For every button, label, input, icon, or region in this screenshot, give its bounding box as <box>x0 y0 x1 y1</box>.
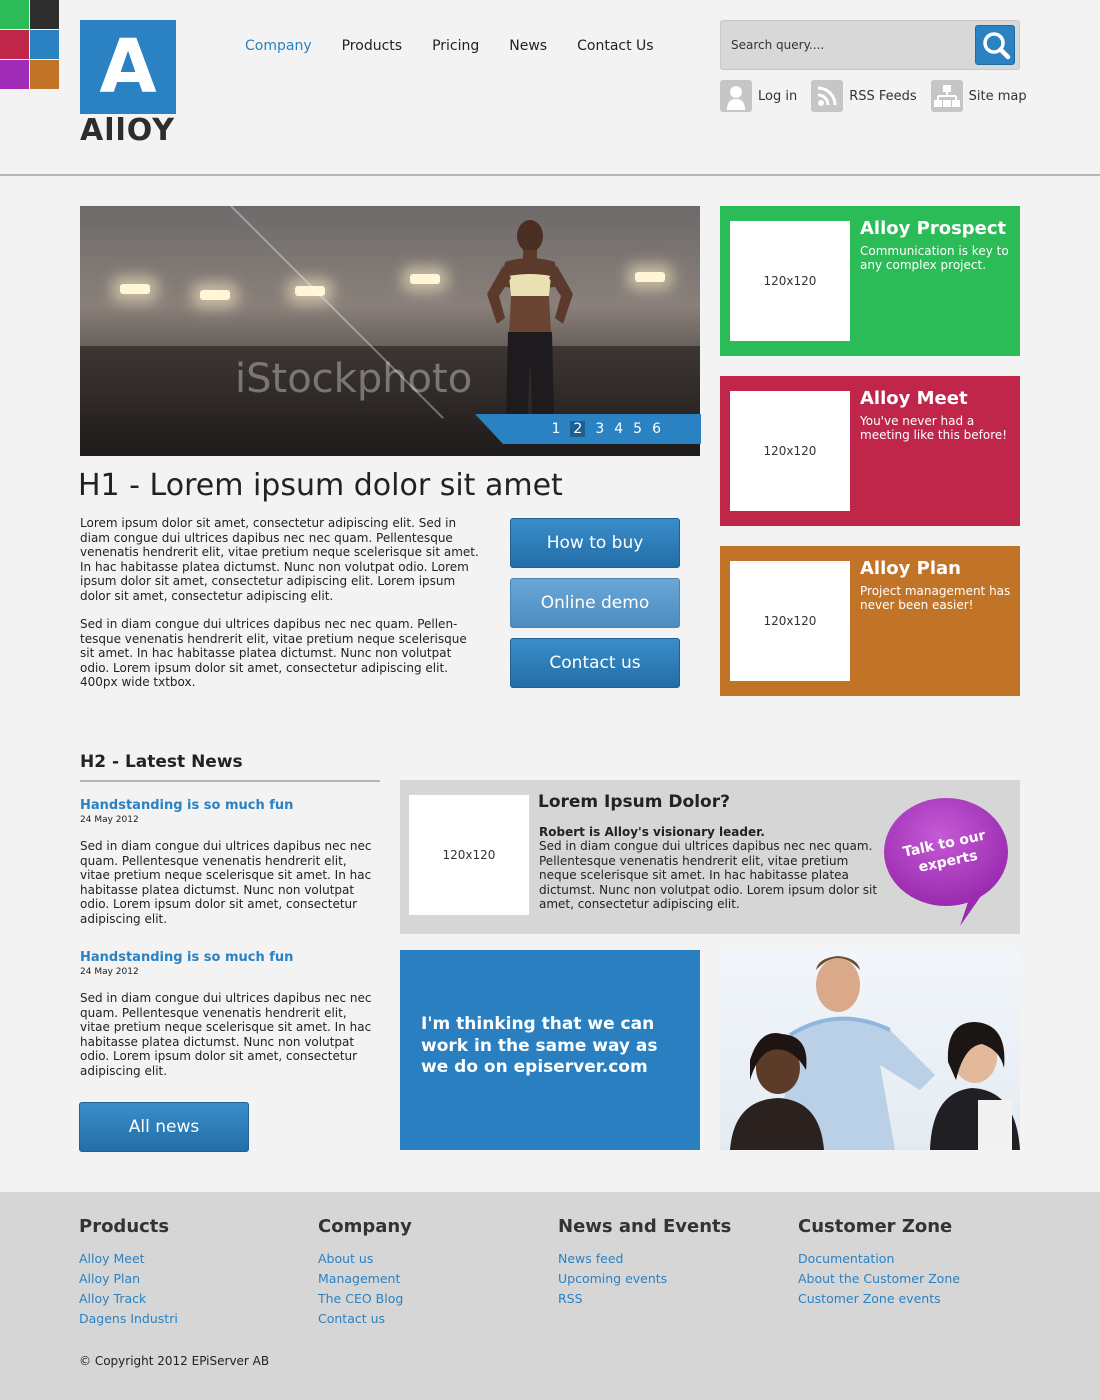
sitemap-link[interactable]: Site map <box>930 80 1027 112</box>
tile-title: Alloy Prospect <box>860 218 1007 239</box>
footer-link[interactable]: The CEO Blog <box>318 1289 412 1309</box>
footer-link[interactable]: Documentation <box>798 1249 960 1269</box>
footer-link[interactable]: Alloy Meet <box>79 1249 178 1269</box>
nav-item-news[interactable]: News <box>509 38 547 54</box>
rss-icon <box>811 80 844 112</box>
talk-to-experts-bubble[interactable]: Talk to our experts <box>884 796 1010 926</box>
footer-heading: Customer Zone <box>798 1216 953 1237</box>
people-illustration <box>730 956 1020 1150</box>
sitemap-label: Site map <box>968 88 1027 104</box>
pager-item-1[interactable]: 1 <box>551 421 560 437</box>
footer-link[interactable]: About the Customer Zone <box>798 1269 960 1289</box>
pager-item-2-current[interactable]: 2 <box>570 421 586 437</box>
tile-alloy-prospect[interactable]: 120x120 Alloy Prospect Communication is … <box>720 206 1020 356</box>
footer-column-customer-zone: Customer Zone Documentation About the Cu… <box>798 1216 960 1309</box>
search-button[interactable] <box>975 25 1015 65</box>
tile-text: Project management has never been easier… <box>860 584 1011 612</box>
footer-link[interactable]: Management <box>318 1269 412 1289</box>
how-to-buy-button[interactable]: How to buy <box>510 518 680 568</box>
footer-column-company: Company About us Management The CEO Blog… <box>318 1216 412 1329</box>
tile-text: You've never had a meeting like this bef… <box>860 414 1008 442</box>
login-link[interactable]: Log in <box>720 80 797 112</box>
main-text: Lorem ipsum dolor sit amet, consectetur … <box>80 516 482 690</box>
tile-image-placeholder: 120x120 <box>730 221 850 341</box>
sitemap-icon <box>930 80 963 112</box>
tile-title: Alloy Meet <box>860 388 968 409</box>
site-header: A AllOY Company Products Pricing News Co… <box>0 0 1100 176</box>
footer-link[interactable]: Upcoming events <box>558 1269 731 1289</box>
footer-link[interactable]: Alloy Plan <box>79 1269 178 1289</box>
logo-word: AllOY <box>80 113 175 148</box>
team-photo <box>720 950 1020 1150</box>
site-footer: Products Alloy Meet Alloy Plan Alloy Tra… <box>0 1192 1100 1400</box>
copyright: © Copyright 2012 EPiServer AB <box>79 1354 270 1368</box>
news-date: 24 May 2012 <box>80 967 139 977</box>
footer-heading: Company <box>318 1216 412 1237</box>
tile-alloy-meet[interactable]: 120x120 Alloy Meet You've never had a me… <box>720 376 1020 526</box>
footer-link[interactable]: Alloy Track <box>79 1289 178 1309</box>
contact-us-button[interactable]: Contact us <box>510 638 680 688</box>
quote-box: I'm thinking that we can work in the sam… <box>400 950 700 1150</box>
alloy-logo[interactable]: A AllOY <box>80 20 176 148</box>
news-title-link[interactable]: Handstanding is so much fun <box>80 798 380 813</box>
news-text: Sed in diam congue dui ultrices dapibus … <box>80 991 372 1078</box>
footer-link[interactable]: Contact us <box>318 1309 412 1329</box>
nav-item-contact-us[interactable]: Contact Us <box>577 38 653 54</box>
rss-feeds-link[interactable]: RSS Feeds <box>811 80 917 112</box>
footer-link[interactable]: RSS <box>558 1289 731 1309</box>
tile-alloy-plan[interactable]: 120x120 Alloy Plan Project management ha… <box>720 546 1020 696</box>
nav-item-pricing[interactable]: Pricing <box>432 38 479 54</box>
footer-heading: News and Events <box>558 1216 732 1237</box>
page-title: H1 - Lorem ipsum dolor sit amet <box>78 468 563 503</box>
tile-image-placeholder: 120x120 <box>730 561 850 681</box>
user-icon <box>720 80 752 112</box>
logo-letter: A <box>80 20 176 114</box>
footer-link[interactable]: Dagens Industri <box>79 1309 178 1329</box>
pager-item-3[interactable]: 3 <box>595 421 604 437</box>
search-icon <box>983 32 1011 60</box>
footer-link[interactable]: Customer Zone events <box>798 1289 960 1309</box>
news-title-link[interactable]: Handstanding is so much fun <box>80 950 380 965</box>
carousel-pager: 1 2 3 4 5 6 <box>475 414 701 444</box>
hero-watermark: iStockphoto <box>235 356 473 402</box>
pager-item-5[interactable]: 5 <box>633 421 642 437</box>
pager-item-6[interactable]: 6 <box>652 421 661 437</box>
feature-title: Lorem Ipsum Dolor? <box>538 792 730 812</box>
utility-links: Log in RSS Feeds Site map <box>720 80 1027 112</box>
tile-image-placeholder: 120x120 <box>730 391 850 511</box>
news-date: 24 May 2012 <box>80 815 139 825</box>
footer-column-news-events: News and Events News feed Upcoming event… <box>558 1216 731 1309</box>
news-item: Handstanding is so much fun 24 May 2012 … <box>80 950 380 1078</box>
online-demo-button[interactable]: Online demo <box>510 578 680 628</box>
footer-link[interactable]: About us <box>318 1249 412 1269</box>
footer-link[interactable]: News feed <box>558 1249 731 1269</box>
footer-heading: Products <box>79 1216 170 1237</box>
nav-item-products[interactable]: Products <box>342 38 402 54</box>
search-box <box>720 20 1020 70</box>
quote-text: I'm thinking that we can work in the sam… <box>421 1014 658 1077</box>
main-nav: Company Products Pricing News Contact Us <box>245 38 654 54</box>
main-paragraph: Sed in diam congue dui ultrices dapibus … <box>80 617 467 689</box>
all-news-button[interactable]: All news <box>79 1102 249 1152</box>
latest-news-heading: H2 - Latest News <box>80 752 380 782</box>
main-paragraph: Lorem ipsum dolor sit amet, consectetur … <box>80 516 479 603</box>
feature-body: Sed in diam congue dui ultrices dapibus … <box>539 839 878 911</box>
feature-lead: Robert is Alloy's visionary leader. <box>539 825 765 839</box>
tile-title: Alloy Plan <box>860 558 961 579</box>
stadium-lights <box>80 272 700 300</box>
login-label: Log in <box>758 88 798 104</box>
nav-item-company[interactable]: Company <box>245 38 312 54</box>
rss-feeds-label: RSS Feeds <box>849 88 917 104</box>
pager-item-4[interactable]: 4 <box>614 421 623 437</box>
tile-text: Communication is key to any complex proj… <box>860 244 1009 272</box>
search-input[interactable] <box>721 21 971 69</box>
footer-column-products: Products Alloy Meet Alloy Plan Alloy Tra… <box>79 1216 178 1329</box>
news-text: Sed in diam congue dui ultrices dapibus … <box>80 839 372 926</box>
feature-image-placeholder: 120x120 <box>409 795 529 915</box>
news-item: Handstanding is so much fun 24 May 2012 … <box>80 798 380 926</box>
